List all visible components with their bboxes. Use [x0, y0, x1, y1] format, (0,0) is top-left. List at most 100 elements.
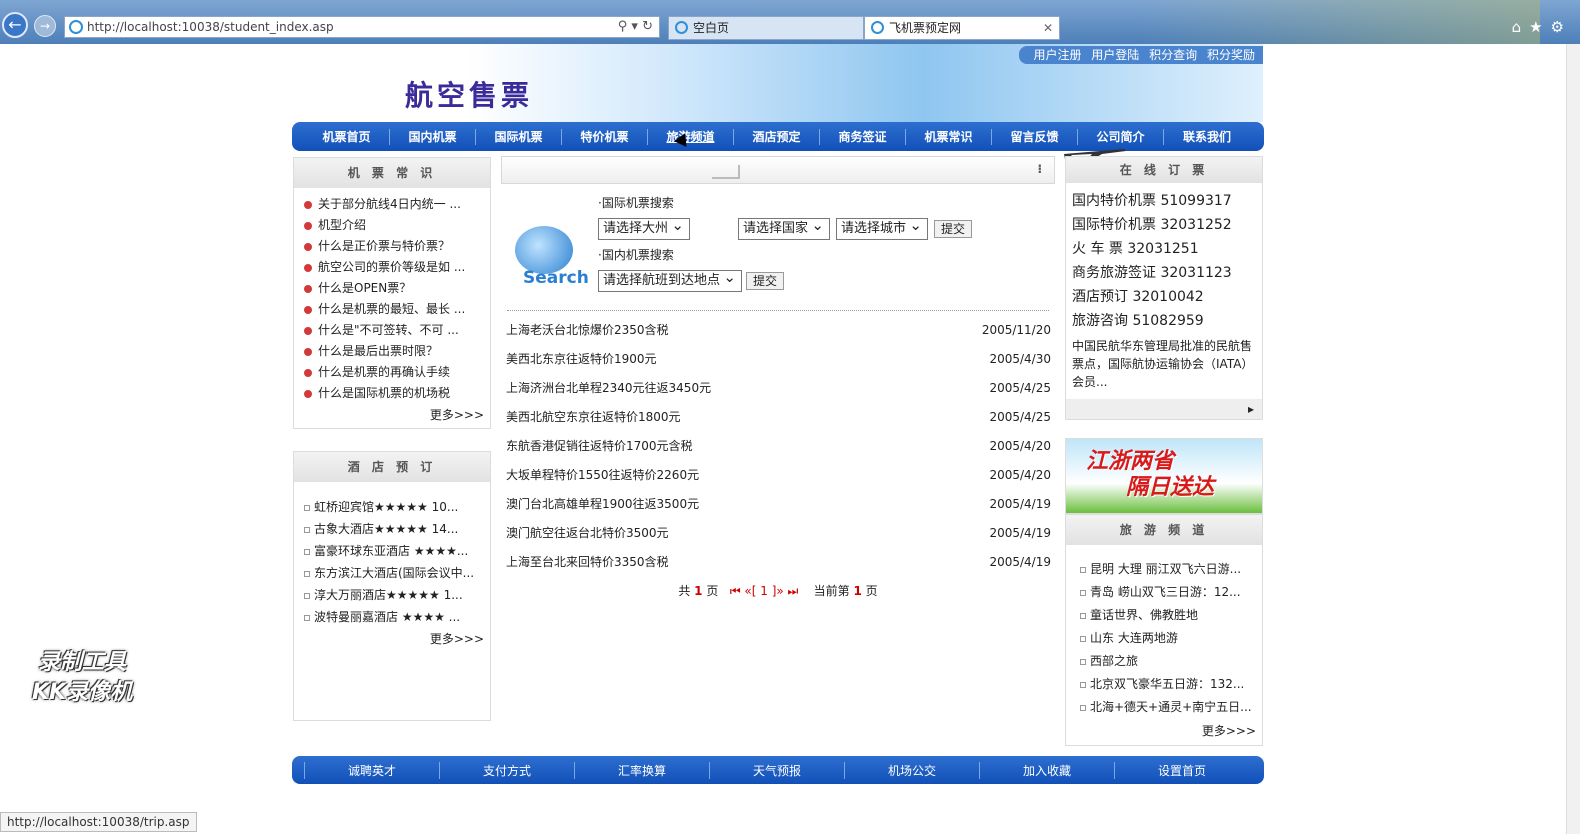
vertical-scrollbar[interactable] [1566, 44, 1580, 834]
bullet-icon [304, 221, 312, 230]
list-item[interactable]: 淳大万丽酒店★★★★★ 1... [304, 584, 482, 606]
list-item[interactable]: 北海+德天+通灵+南宁五日... [1080, 697, 1254, 720]
news-item[interactable]: 美西北航空东京往返特价1800元 2005/4/25 [501, 404, 1055, 433]
footer-payment[interactable]: 支付方式 [439, 761, 574, 779]
domestic-search-label: ·国内机票搜索 [598, 248, 674, 262]
bullet-icon [304, 263, 312, 272]
list-item[interactable]: 北京双飞豪华五日游：132... [1080, 674, 1254, 697]
news-item[interactable]: 美西北东京往返特价1900元 2005/4/30 [501, 346, 1055, 375]
list-item[interactable]: 什么是最后出票时限？ [304, 341, 482, 362]
promo-banner[interactable]: 江浙两省 隔日送达 [1065, 438, 1263, 514]
home-star-gear-icons[interactable]: ⌂★⚙ [1512, 18, 1572, 36]
login-link[interactable]: 用户登陆 [1091, 48, 1139, 62]
forward-button[interactable]: → [34, 15, 56, 37]
tab-label: 飞机票预定网 [889, 21, 962, 35]
bullet-icon [304, 326, 312, 335]
footer-careers[interactable]: 诚聘英才 [304, 761, 439, 779]
news-item[interactable]: 东航香港促销往返特价1700元含税 2005/4/20 [501, 433, 1055, 462]
city-select[interactable]: 请选择城市 [836, 215, 928, 240]
bullet-icon [304, 526, 310, 533]
address-url: http://localhost:10038/student_index.asp [87, 20, 334, 34]
agency-note: 中国民航华东管理局批准的民航售票点，国际航协运输协会（IATA）会员... [1072, 339, 1254, 389]
list-item[interactable]: 青岛 崂山双飞三日游：12... [1080, 582, 1254, 605]
bullet-icon [304, 389, 312, 398]
list-item[interactable]: 什么是"不可签转、不可 ... [304, 320, 482, 341]
nav-special[interactable]: 特价机票 [562, 128, 648, 145]
list-item[interactable]: 机型介绍 [304, 215, 482, 236]
menu-icon[interactable]: ⁝ [1037, 162, 1042, 176]
nav-international[interactable]: 国际机票 [476, 128, 562, 145]
phone-line: 商务旅游签证 32031123 [1072, 265, 1232, 281]
address-bar[interactable]: http://localhost:10038/student_index.asp… [64, 16, 660, 38]
phone-line: 酒店预订 32010042 [1072, 289, 1204, 305]
list-item[interactable]: 山东 大连两地游 [1080, 628, 1254, 651]
nav-knowledge[interactable]: 机票常识 [906, 128, 992, 145]
nav-home[interactable]: 机票首页 [304, 128, 390, 145]
list-item[interactable]: 虹桥迎宾馆★★★★★ 10... [304, 496, 482, 518]
tab-flight[interactable]: 飞机票预定网 ✕ [864, 16, 1060, 40]
scroll-right-icon[interactable]: ▸ [1066, 399, 1262, 419]
bullet-icon [304, 570, 310, 577]
country-select[interactable]: 请选择国家 [738, 215, 830, 240]
list-item[interactable]: 东方滨江大酒店(国际会议中... [304, 562, 482, 584]
phone-line: 国内特价机票 51099317 [1072, 193, 1232, 209]
recorder-watermark: 录制工具 KK录像机 [32, 650, 133, 705]
list-item[interactable]: 什么是机票的再确认手续 [304, 362, 482, 383]
travel-more-link[interactable]: 更多>>> [1066, 720, 1262, 742]
list-item[interactable]: 西部之旅 [1080, 651, 1254, 674]
list-item[interactable]: 什么是OPEN票？ [304, 278, 482, 299]
list-item[interactable]: 什么是正价票与特价票？ [304, 236, 482, 257]
search-globe-icon [515, 226, 573, 274]
footer-bus[interactable]: 机场公交 [844, 761, 979, 779]
bullet-icon [304, 347, 312, 356]
list-item[interactable]: 航空公司的票价等级是如 ... [304, 257, 482, 278]
hotel-more-link[interactable]: 更多>>> [294, 628, 490, 650]
page-nav-buttons[interactable]: ⏮ «[ 1 ]» ⏭ [730, 584, 799, 598]
points-query-link[interactable]: 积分查询 [1149, 48, 1197, 62]
pagination: 共 1 页 ⏮ «[ 1 ]» ⏭ 当前第 1 页 [678, 584, 878, 598]
news-item[interactable]: 上海至台北来回特价3350含税 2005/4/19 [501, 549, 1055, 578]
top-links: 用户注册 用户登陆 积分查询 积分奖励 [1019, 46, 1263, 64]
nav-visa[interactable]: 商务签证 [820, 128, 906, 145]
hotel-title: 酒 店 预 订 [294, 452, 490, 482]
list-item[interactable]: 古象大酒店★★★★★ 14... [304, 518, 482, 540]
footer-homepage[interactable]: 设置首页 [1114, 761, 1249, 779]
bullet-icon [1080, 589, 1086, 596]
list-item[interactable]: 波特曼丽嘉酒店 ★★★★ ... [304, 606, 482, 628]
hotel-list: 虹桥迎宾馆★★★★★ 10... 古象大酒店★★★★★ 14... 富豪环球东亚… [294, 482, 490, 628]
footer-exchange[interactable]: 汇率换算 [574, 761, 709, 779]
nav-domestic[interactable]: 国内机票 [390, 128, 476, 145]
news-item[interactable]: 澳门台北高雄单程1900往返3500元 2005/4/19 [501, 491, 1055, 520]
intl-submit-button[interactable]: 提交 [934, 220, 973, 238]
points-reward-link[interactable]: 积分奖励 [1207, 48, 1255, 62]
continent-select[interactable]: 请选择大州 [598, 215, 690, 240]
register-link[interactable]: 用户注册 [1033, 48, 1081, 62]
nav-hotel[interactable]: 酒店预定 [734, 128, 820, 145]
list-item[interactable]: 童话世界、佛教胜地 [1080, 605, 1254, 628]
list-item[interactable]: 什么是机票的最短、最长 ... [304, 299, 482, 320]
back-button[interactable]: ← [2, 12, 28, 38]
news-item[interactable]: 澳门航空往返台北特价3500元 2005/4/19 [501, 520, 1055, 549]
domestic-submit-button[interactable]: 提交 [746, 272, 785, 290]
search-refresh-icon[interactable]: ⚲ ▾ ↻ [618, 17, 653, 37]
phone-line: 国际特价机票 32031252 [1072, 217, 1232, 233]
list-item[interactable]: 什么是国际机票的机场税 [304, 383, 482, 404]
bullet-icon [1080, 566, 1086, 573]
tab-label: 空白页 [693, 21, 730, 35]
footer-weather[interactable]: 天气预报 [709, 761, 844, 779]
tab-blank[interactable]: 空白页 [668, 16, 864, 40]
nav-contact[interactable]: 联系我们 [1164, 129, 1250, 145]
news-item[interactable]: 大坂单程特价1550往返特价2260元 2005/4/20 [501, 462, 1055, 491]
destination-select[interactable]: 请选择航班到达地点 [598, 267, 742, 292]
list-item[interactable]: 关于部分航线4日内统一 ... [304, 194, 482, 215]
list-item[interactable]: 昆明 大理 丽江双飞六日游... [1080, 559, 1254, 582]
close-tab-icon[interactable]: ✕ [1043, 17, 1053, 39]
browser-chrome: ← → http://localhost:10038/student_index… [0, 0, 1580, 44]
news-item[interactable]: 上海济洲台北单程2340元往返3450元 2005/4/25 [501, 375, 1055, 404]
list-item[interactable]: 富豪环球东亚酒店 ★★★★... [304, 540, 482, 562]
footer-favorite[interactable]: 加入收藏 [979, 761, 1114, 779]
knowledge-more-link[interactable]: 更多>>> [294, 404, 490, 426]
news-item[interactable]: 上海老沃台北惊爆价2350含税 2005/11/20 [501, 317, 1055, 346]
bullet-icon [1080, 612, 1086, 619]
bullet-icon [304, 200, 312, 209]
